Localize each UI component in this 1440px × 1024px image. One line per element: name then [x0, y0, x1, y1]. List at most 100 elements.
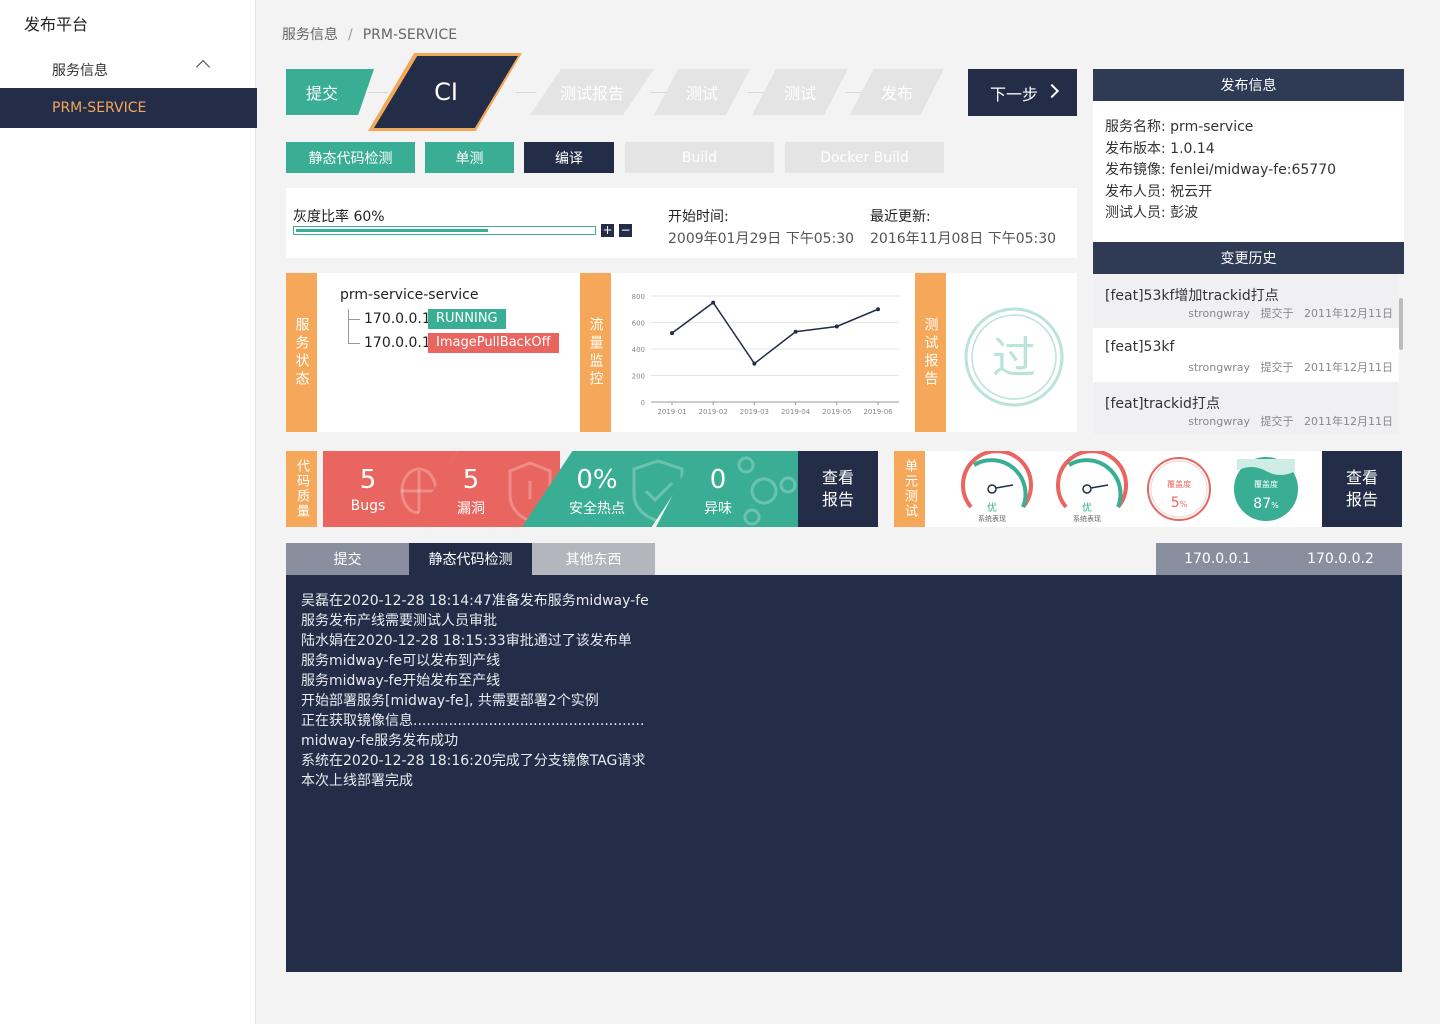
- history-item[interactable]: [feat]53kf strongwray 提交于 2011年12月11日: [1093, 328, 1399, 382]
- y-tick-label: 200: [632, 373, 645, 381]
- log-line: 陆水娟在2020-12-28 18:15:33审批通过了该发布单: [301, 633, 632, 649]
- log-line: 服务midway-fe可以发布到产线: [301, 653, 501, 669]
- log-line: midway-fe服务发布成功: [301, 733, 459, 749]
- log-line: 吴磊在2020-12-28 18:14:47准备发布服务midway-fe: [301, 593, 649, 609]
- decrease-button[interactable]: −: [619, 224, 632, 237]
- gauge-grade: 优: [987, 501, 997, 514]
- pipeline-step-test-1[interactable]: 测试: [654, 69, 750, 115]
- start-time: 开始时间: 2009年01月29日 下午05:30: [668, 206, 854, 248]
- coverage-label: 覆盖度: [1254, 479, 1278, 489]
- log-line: 正在获取镜像信息................................…: [301, 713, 645, 729]
- traffic-chart-card: 0 200 400 600 800 2019-01 2019-02 2019-03 2019-0…: [611, 273, 915, 432]
- traffic-monitor-tab: 流量监控: [580, 273, 611, 432]
- y-tick-label: 0: [641, 399, 645, 407]
- info-service-name: 服务名称: prm-service: [1105, 119, 1254, 135]
- bugs-count: 5: [359, 465, 377, 495]
- next-step-label: 下一步: [990, 84, 1039, 104]
- coverage-value: 87: [1253, 496, 1271, 512]
- history-meta: strongwray 提交于 2011年12月11日: [1188, 361, 1393, 374]
- bugs-label: Bugs: [350, 498, 386, 514]
- info-tester: 测试人员: 彭波: [1105, 205, 1199, 221]
- performance-gauge: 优 系统表现: [961, 451, 1033, 523]
- start-time-label: 开始时间:: [668, 209, 729, 225]
- tab-ip-2[interactable]: 170.0.0.2: [1279, 543, 1402, 575]
- gray-release-panel: 灰度比率 60% + − 开始时间: 2009年01月29日 下午05:30 最…: [286, 188, 1077, 258]
- substep-compile[interactable]: 编译: [524, 142, 614, 173]
- report-label-line2: 报告: [821, 490, 854, 509]
- report-label-line2: 报告: [1345, 490, 1378, 509]
- substep-build[interactable]: Build: [625, 142, 774, 173]
- y-tick-label: 800: [632, 293, 645, 301]
- x-tick-label: 2019-02: [699, 408, 728, 416]
- service-name: prm-service-service: [340, 287, 479, 303]
- sidebar-item-label: PRM-SERVICE: [52, 100, 147, 116]
- x-tick-label: 2019-06: [863, 408, 893, 416]
- pipeline-step-ci[interactable]: CI: [374, 56, 518, 128]
- pipeline-step-test-report[interactable]: 测试报告: [530, 69, 654, 115]
- x-tick-label: 2019-05: [822, 408, 851, 416]
- substep-docker-build[interactable]: Docker Build: [785, 142, 944, 173]
- instance-ip: 170.0.0.1: [364, 311, 431, 327]
- history-title: [feat]53kf: [1105, 339, 1175, 355]
- pipeline-connector: [368, 92, 388, 93]
- x-tick-label: 2019-03: [740, 408, 769, 416]
- sidebar-group-service-info[interactable]: 服务信息: [0, 52, 256, 84]
- status-badge: RUNNING: [428, 309, 506, 329]
- release-info-body: 服务名称: prm-service 发布版本: 1.0.14 发布镜像: fen…: [1093, 101, 1404, 242]
- code-smells-label: 异味: [704, 501, 732, 517]
- status-badge: ImagePullBackOff: [428, 333, 559, 353]
- unit-test-card: 优 系统表现 优 系统表现 覆盖度 5% 覆盖度 87%: [925, 451, 1322, 527]
- coverage-circle-high: 覆盖度 87%: [1234, 457, 1298, 521]
- sidebar-item-prm-service[interactable]: PRM-SERVICE: [0, 88, 257, 128]
- coverage-unit: %: [1271, 501, 1279, 510]
- gauge-grade: 优: [1082, 501, 1092, 514]
- history-item[interactable]: [feat]53kf增加trackid打点 strongwray 提交于 201…: [1093, 274, 1399, 328]
- report-label-line1: 查看: [821, 468, 854, 487]
- data-point: [834, 324, 839, 329]
- tab-ip-1[interactable]: 170.0.0.1: [1156, 543, 1279, 575]
- tab-submit[interactable]: 提交: [286, 543, 409, 575]
- coverage-label: 覆盖度: [1167, 479, 1191, 489]
- performance-gauge: 优 系统表现: [1056, 451, 1128, 523]
- stamp-text: 过: [992, 333, 1036, 384]
- increase-button[interactable]: +: [601, 224, 614, 237]
- pipeline-step-submit[interactable]: 提交: [286, 69, 374, 115]
- deploy-log-console: 吴磊在2020-12-28 18:14:47准备发布服务midway-fe 服务…: [286, 575, 1402, 972]
- breadcrumb-parent[interactable]: 服务信息: [282, 27, 338, 43]
- pipeline-step-release[interactable]: 发布: [850, 69, 944, 115]
- vulnerabilities-label: 漏洞: [457, 501, 485, 517]
- coverage-unit: %: [1180, 500, 1188, 509]
- data-point: [670, 331, 674, 336]
- log-line: 服务发布产线需要测试人员审批: [301, 613, 497, 629]
- next-step-button[interactable]: 下一步: [968, 69, 1077, 116]
- substep-unit-test[interactable]: 单测: [425, 142, 514, 173]
- view-unit-test-report-button[interactable]: 查看 报告: [1322, 451, 1402, 527]
- y-tick-label: 600: [632, 320, 645, 328]
- history-scrollbar[interactable]: [1399, 298, 1403, 350]
- tab-other[interactable]: 其他东西: [532, 543, 655, 575]
- data-point: [711, 300, 716, 305]
- sidebar-group-label: 服务信息: [52, 63, 108, 79]
- gauge-caption: 系统表现: [1073, 514, 1101, 523]
- breadcrumb: 服务信息 / PRM-SERVICE: [282, 24, 457, 44]
- security-hotspots-label: 安全热点: [569, 501, 625, 517]
- code-smells-count: 0: [709, 465, 727, 495]
- data-point: [752, 361, 757, 366]
- view-quality-report-button[interactable]: 查看 报告: [798, 451, 878, 527]
- pipeline-step-test-2[interactable]: 测试: [752, 69, 848, 115]
- history-item[interactable]: [feat]trackid打点 strongwray 提交于 2011年12月1…: [1093, 382, 1399, 434]
- info-image: 发布镜像: fenlei/midway-fe:65770: [1105, 162, 1337, 178]
- y-tick-label: 400: [632, 346, 645, 354]
- app-title: 发布平台: [24, 15, 89, 34]
- pipeline-connector: [516, 92, 536, 93]
- last-update-label: 最近更新:: [870, 209, 931, 225]
- coverage-value: 5: [1171, 495, 1180, 511]
- series-line: [671, 301, 879, 365]
- last-update: 最近更新: 2016年11月08日 下午05:30: [870, 206, 1056, 248]
- substep-static-check[interactable]: 静态代码检测: [286, 142, 415, 173]
- test-report-tab: 测试报告: [915, 273, 946, 432]
- x-tick-label: 2019-04: [781, 408, 811, 416]
- code-quality-tab: 代码质量: [286, 451, 317, 527]
- tree-connector: [348, 343, 360, 344]
- tab-static-check[interactable]: 静态代码检测: [409, 543, 532, 575]
